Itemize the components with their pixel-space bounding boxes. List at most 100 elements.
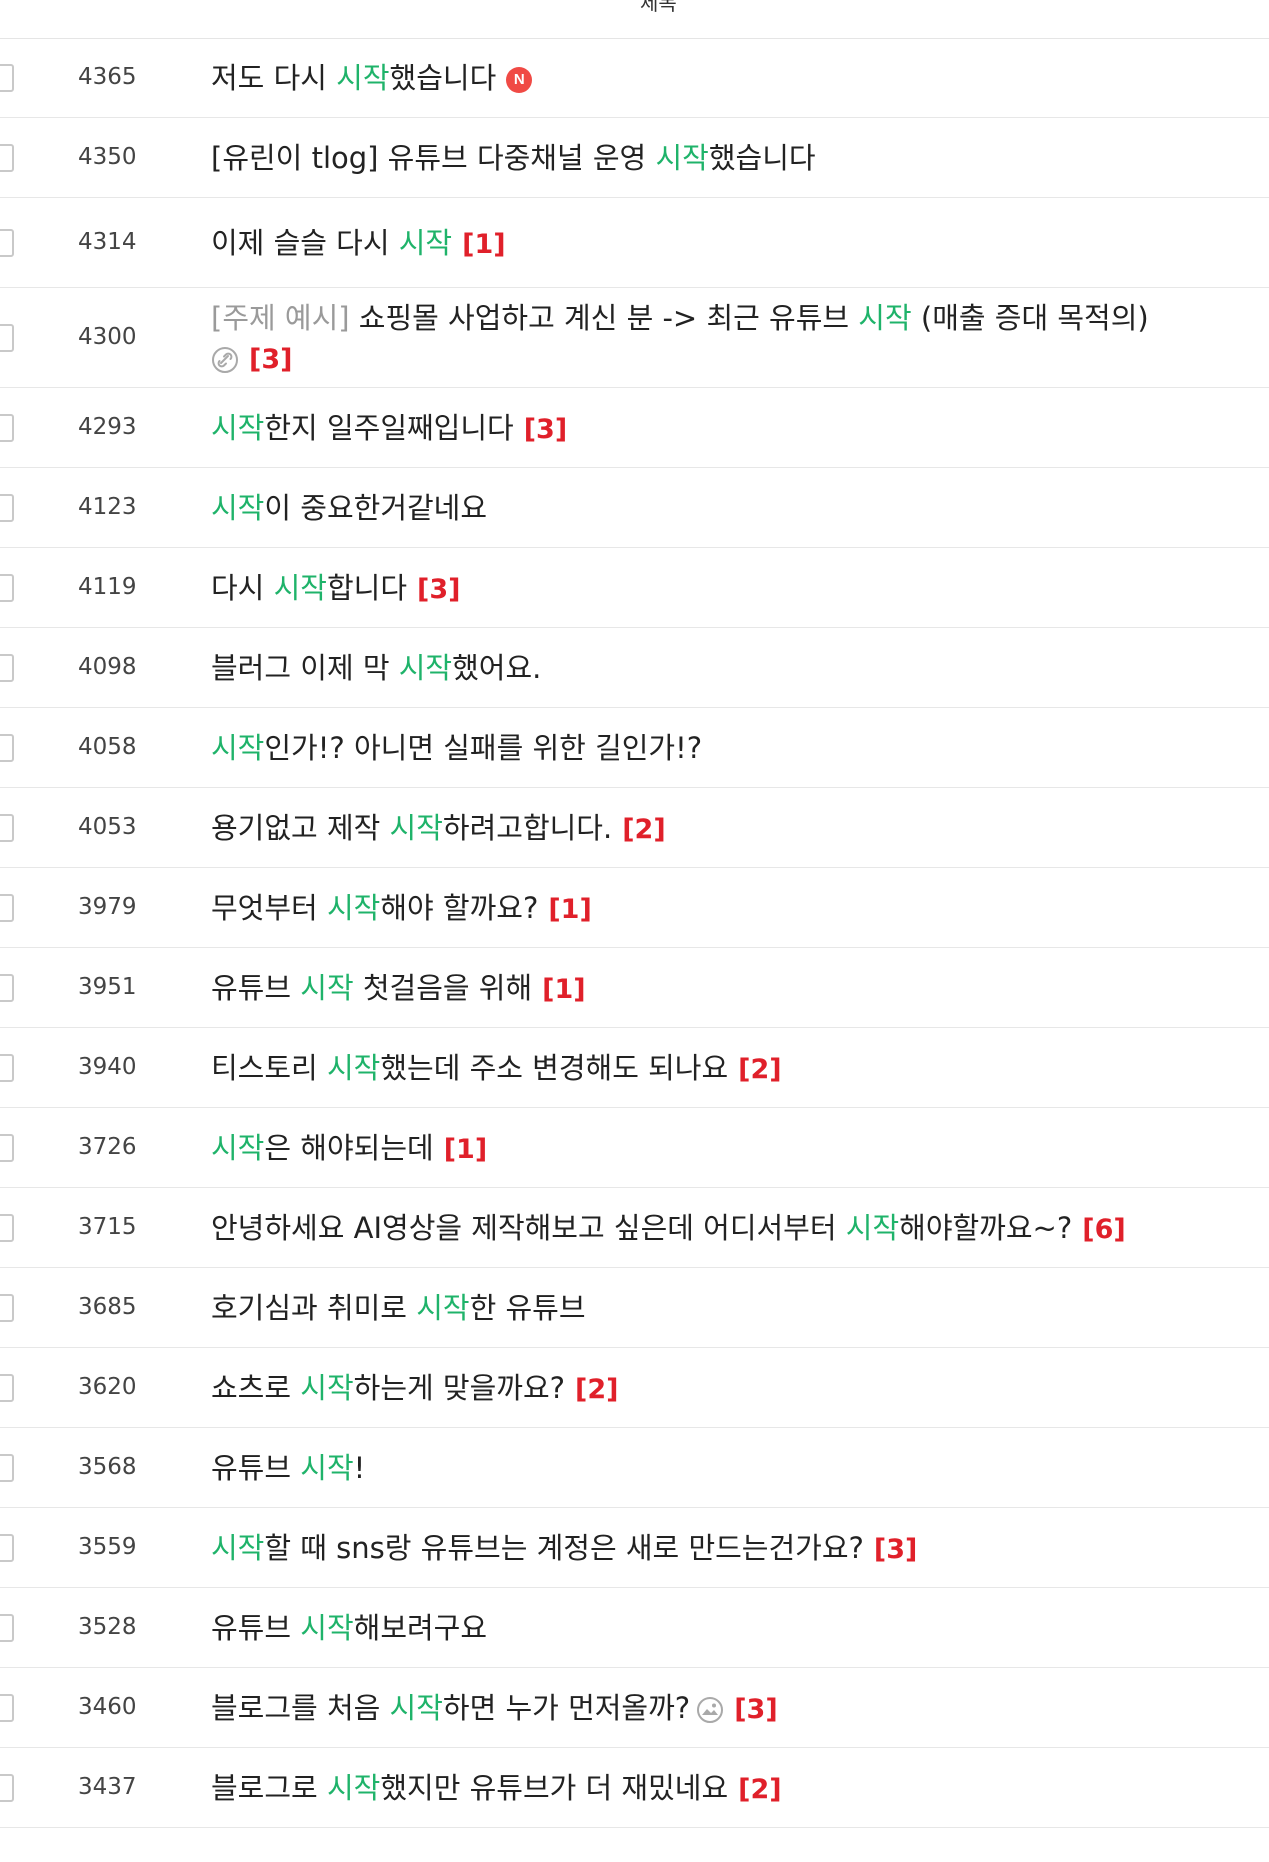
search-keyword-highlight: 시작 [858,301,912,335]
post-title-text: 티스토리 [211,1051,327,1085]
post-title-link[interactable]: 시작할 때 sns랑 유튜브는 계정은 새로 만드는건가요? [3] [211,1527,1251,1571]
table-row: 3528 유튜브 시작해보려구요 [0,1588,1269,1668]
search-keyword-highlight: 시작 [336,61,390,95]
post-title-text: 하면 누가 먼저올까? [442,1691,691,1725]
table-row: 3437 블로그로 시작했지만 유튜브가 더 재밌네요 [2] [0,1748,1269,1828]
row-checkbox[interactable] [0,1694,14,1722]
post-title-text: 한 유튜브 [469,1291,586,1325]
search-keyword-highlight: 시작 [211,411,265,445]
post-title-link[interactable]: 용기없고 제작 시작하려고합니다. [2] [211,807,1251,851]
row-checkbox[interactable] [0,1454,14,1482]
comment-count[interactable]: [6] [1082,1214,1125,1245]
post-title-link[interactable]: 블로그로 시작했지만 유튜브가 더 재밌네요 [2] [211,1767,1251,1811]
comment-count[interactable]: [3] [524,414,567,445]
post-number: 3979 [78,894,137,920]
post-title-text: 하는게 맞을까요? [353,1371,566,1405]
post-title-link[interactable]: 저도 다시 시작했습니다 N [211,57,1251,99]
row-checkbox[interactable] [0,1294,14,1322]
comment-count[interactable]: [3] [417,574,460,605]
post-number: 4098 [78,654,137,680]
post-title-link[interactable]: 유튜브 시작해보려구요 [211,1607,1251,1649]
post-title-text: 호기심과 취미로 [211,1291,417,1325]
post-title-text: 해야 할까요? [380,891,539,925]
table-row: 4098 블러그 이제 막 시작했어요. [0,628,1269,708]
row-checkbox[interactable] [0,324,14,352]
post-title-text: 쇼츠로 [211,1371,301,1405]
post-number: 4058 [78,734,137,760]
row-checkbox[interactable] [0,144,14,172]
comment-count[interactable]: [2] [575,1374,618,1405]
search-keyword-highlight: 시작 [211,731,265,765]
post-title-link[interactable]: 시작이 중요한거같네요 [211,487,1251,529]
row-checkbox[interactable] [0,229,14,257]
comment-count[interactable]: [3] [874,1534,917,1565]
row-checkbox[interactable] [0,1054,14,1082]
post-title-link[interactable]: [주제 예시] 쇼핑몰 사업하고 계신 분 -> 최근 유튜브 시작 (매출 증… [211,298,1251,380]
comment-count[interactable]: [3] [734,1694,777,1725]
row-checkbox[interactable] [0,494,14,522]
comment-count[interactable]: [2] [738,1054,781,1085]
post-title-text: 이 중요한거같네요 [264,491,488,525]
post-title-text: 저도 다시 [211,61,337,95]
post-title-link[interactable]: 시작은 해야되는데 [1] [211,1127,1251,1171]
table-row: 3460 블로그를 처음 시작하면 누가 먼저올까? [3] [0,1668,1269,1748]
post-title-link[interactable]: 안녕하세요 AI영상을 제작해보고 싶은데 어디서부터 시작해야할까요~? [6] [211,1207,1251,1251]
column-title: 제목 [640,0,677,15]
row-checkbox[interactable] [0,1774,14,1802]
comment-count[interactable]: [1] [548,894,591,925]
post-title-link[interactable]: 시작인가!? 아니면 실패를 위한 길인가!? [211,727,1251,769]
post-title-link[interactable]: 이제 슬슬 다시 시작 [1] [211,222,1251,266]
post-title-link[interactable]: 블러그 이제 막 시작했어요. [211,647,1251,689]
comment-count[interactable]: [2] [738,1774,781,1805]
search-keyword-highlight: 시작 [211,1131,265,1165]
row-checkbox[interactable] [0,974,14,1002]
post-title-link[interactable]: 유튜브 시작 첫걸음을 위해 [1] [211,967,1251,1011]
table-row: 4123 시작이 중요한거같네요 [0,468,1269,548]
table-row: 3726 시작은 해야되는데 [1] [0,1108,1269,1188]
post-title-text: 했어요. [452,651,542,685]
post-title-link[interactable]: 블로그를 처음 시작하면 누가 먼저올까? [3] [211,1687,1251,1731]
post-title-link[interactable]: 호기심과 취미로 시작한 유튜브 [211,1287,1251,1329]
row-checkbox[interactable] [0,414,14,442]
post-title-text: 유튜브 [211,1611,301,1645]
row-checkbox[interactable] [0,1534,14,1562]
row-checkbox[interactable] [0,894,14,922]
comment-count[interactable]: [3] [249,344,292,375]
row-checkbox[interactable] [0,1134,14,1162]
row-checkbox[interactable] [0,574,14,602]
post-title-link[interactable]: 유튜브 시작! [211,1447,1251,1489]
post-title-link[interactable]: 쇼츠로 시작하는게 맞을까요? [2] [211,1367,1251,1411]
row-checkbox[interactable] [0,1214,14,1242]
post-title-text: 다시 [211,571,274,605]
row-checkbox[interactable] [0,64,14,92]
post-number: 4300 [78,324,137,350]
post-title-text: 쇼핑몰 사업하고 계신 분 -> 최근 유튜브 [349,301,859,335]
post-title-text: 했는데 주소 변경해도 되나요 [380,1051,729,1085]
row-checkbox[interactable] [0,734,14,762]
comment-count[interactable]: [1] [542,974,585,1005]
comment-count[interactable]: [1] [444,1134,487,1165]
post-number: 3528 [78,1614,137,1640]
post-title-link[interactable]: 시작한지 일주일째입니다 [3] [211,407,1251,451]
post-title-link[interactable]: 다시 시작합니다 [3] [211,567,1251,611]
comment-count[interactable]: [1] [462,229,505,260]
post-number: 3951 [78,974,137,1000]
post-title-text: 블러그 이제 막 [211,651,399,685]
table-row: 3715 안녕하세요 AI영상을 제작해보고 싶은데 어디서부터 시작해야할까요~… [0,1188,1269,1268]
post-title-link[interactable]: 무엇부터 시작해야 할까요? [1] [211,887,1251,931]
search-keyword-highlight: 시작 [300,1371,354,1405]
search-keyword-highlight: 시작 [211,1531,265,1565]
row-checkbox[interactable] [0,1374,14,1402]
post-number: 4365 [78,64,137,90]
post-number: 3726 [78,1134,137,1160]
post-title-link[interactable]: [유린이 tlog] 유튜브 다중채널 운영 시작했습니다 [211,137,1251,179]
row-checkbox[interactable] [0,654,14,682]
post-number: 4314 [78,229,137,255]
table-row: 4314 이제 슬슬 다시 시작 [1] [0,198,1269,288]
row-checkbox[interactable] [0,814,14,842]
comment-count[interactable]: [2] [622,814,665,845]
post-title-text: 무엇부터 [211,891,327,925]
row-checkbox[interactable] [0,1614,14,1642]
table-header: 제목 [0,0,1269,39]
post-title-link[interactable]: 티스토리 시작했는데 주소 변경해도 되나요 [2] [211,1047,1251,1091]
